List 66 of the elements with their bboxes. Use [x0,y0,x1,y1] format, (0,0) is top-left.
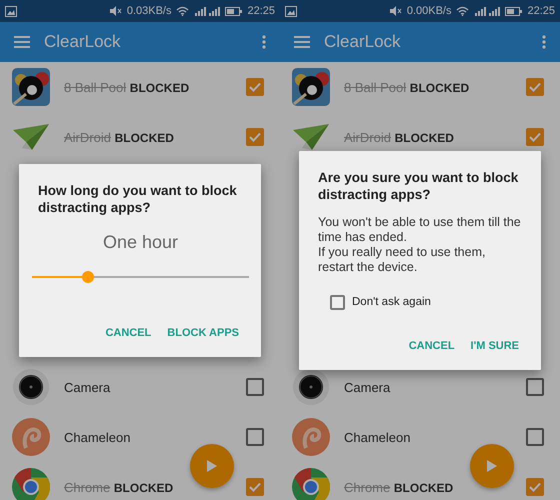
checkbox[interactable] [246,378,264,396]
dialog-button[interactable]: I'M SURE [466,334,523,358]
app-name: AirDroid BLOCKED [64,130,175,144]
checkbox[interactable] [246,428,264,446]
image-icon [5,6,17,16]
checkbox[interactable] [330,294,345,310]
play-button[interactable] [470,444,514,488]
paper-plane-icon [12,122,50,152]
play-button[interactable] [190,444,234,488]
check-icon [249,482,261,492]
wifi-icon [456,6,470,16]
play-icon [487,460,497,472]
dialog-title: How long do you want to block distracting apps? [38,182,238,216]
signal-icon [194,6,220,16]
checkbox[interactable] [526,378,544,396]
checkbox[interactable] [246,78,264,96]
signal-icon [474,6,500,16]
clock-time: 22:25 [247,5,275,17]
app-name: Chrome BLOCKED [64,480,174,494]
checkbox[interactable] [246,478,264,496]
play-icon [207,460,217,472]
app-title: ClearLock [44,32,122,52]
check-icon [529,132,541,142]
dialog-button[interactable]: BLOCK APPS [163,320,243,344]
camera-icon [12,368,50,406]
dialog-title: Are you sure you want to block distracting apps? [318,168,520,202]
battery-icon [225,6,242,16]
check-icon [249,82,261,92]
more-options-icon[interactable] [262,35,266,49]
image-icon [285,6,297,16]
app-name: Chrome BLOCKED [344,480,454,494]
check-icon [529,482,541,492]
checkbox-label: Don't ask again [352,296,431,308]
checkbox[interactable] [526,478,544,496]
dialog-button[interactable]: CANCEL [101,320,156,344]
chameleon-icon [12,418,50,456]
battery-icon [505,6,522,16]
chameleon-icon [292,418,330,456]
dialog-message: You won't be able to use them till the time has ended. If you really need to use them, restart the device. [318,214,522,274]
duration-label: One hour [102,232,180,252]
check-icon [529,82,541,92]
clock-time: 22:25 [527,5,555,17]
checkbox[interactable] [526,78,544,96]
app-name: Camera [64,380,112,394]
slider-thumb[interactable] [82,270,94,282]
checkbox[interactable] [526,428,544,446]
dialog-button[interactable]: CANCEL [404,334,459,358]
app-name: Chameleon [344,430,412,444]
checkbox[interactable] [246,128,264,146]
app-title: ClearLock [324,32,402,52]
app-name: Camera [344,380,392,394]
paper-plane-icon [292,122,330,152]
check-icon [249,132,261,142]
mute-icon [388,6,402,16]
network-speed: 0.00KB/s [406,5,452,17]
app-name: AirDroid BLOCKED [344,130,455,144]
more-options-icon[interactable] [542,35,546,49]
app-name: 8 Ball Pool BLOCKED [64,80,190,94]
network-speed: 0.03KB/s [126,5,172,17]
menu-icon[interactable] [294,36,310,48]
menu-icon[interactable] [14,36,30,48]
mute-icon [108,6,122,16]
app-name: Chameleon [64,430,132,444]
wifi-icon [176,6,190,16]
checkbox[interactable] [526,128,544,146]
app-name: 8 Ball Pool BLOCKED [344,80,470,94]
